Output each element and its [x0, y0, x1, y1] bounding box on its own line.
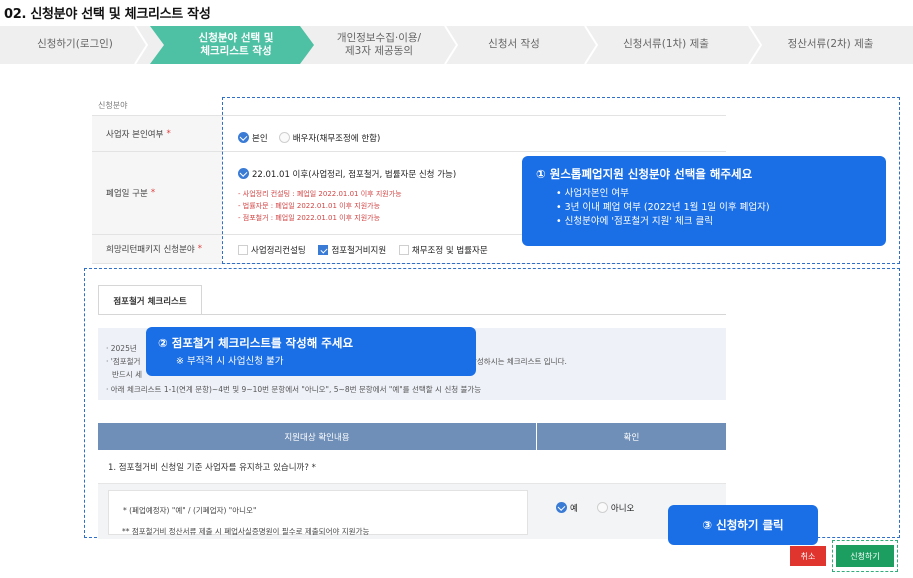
step-progress-bar: 신청하기(로그인) 신청분야 선택 및 체크리스트 작성 개인정보수집·이용/ … [0, 26, 913, 64]
table-header-confirm: 확인 [536, 423, 726, 450]
tooltip-1-bullet: • 3년 이내 폐업 여부 (2022년 1월 1일 이후 폐업자) [556, 202, 770, 213]
table-header-content: 지원대상 확인내용 [98, 423, 536, 450]
question-1-no-radio[interactable]: 아니오 [596, 502, 635, 514]
checklist-question-1-detail: * (폐업예정자) "예" / (기폐업자) "아니오" ** 점포철거비 정산… [98, 484, 726, 539]
tab-demolition-checklist[interactable]: 점포철거 체크리스트 [98, 285, 202, 315]
tooltip-1-bullets: • 사업자본인 여부 • 3년 이내 폐업 여부 (2022년 1월 1일 이후… [536, 187, 872, 229]
tab-divider [98, 314, 726, 315]
yes-label: 예 [570, 503, 578, 514]
apply-button[interactable]: 신청하기 [836, 545, 894, 567]
page-title: 02. 신청분야 선택 및 체크리스트 작성 [4, 7, 211, 22]
closure-label-text: 폐업일 구분 [106, 189, 148, 199]
required-mark: * [197, 244, 202, 254]
tooltip-1-bullet: • 사업자본인 여부 [556, 188, 629, 199]
question-1-note: ** 점포철거비 정산서류 제출 시 폐업사실증명원이 필수로 제출되어야 지원… [122, 527, 370, 536]
tooltip-1-bullet-text: 신청분야에 '점포철거 지원' 체크 클릭 [564, 216, 714, 227]
tooltip-3-title: ③ 신청하기 클릭 [702, 518, 784, 532]
step-login-label: 신청하기(로그인) [37, 38, 113, 51]
package-label-text: 희망리턴패키지 신청분야 [106, 245, 195, 255]
owner-label-text: 사업자 본인여부 [106, 129, 164, 140]
question-1-note: * (폐업예정자) "예" / (기폐업자) "아니오" [123, 506, 257, 515]
guide-tooltip-3: ③ 신청하기 클릭 [668, 505, 818, 545]
step-documents-1[interactable]: 신청서류(1차) 제출 [584, 26, 748, 64]
radio-unchecked-icon [596, 502, 608, 513]
tooltip-1-title: ① 원스톱폐업지원 신청분야 선택을 해주세요 [536, 167, 753, 181]
package-row-label: 희망리턴패키지 신청분야 * [92, 235, 222, 263]
owner-row-label: 사업자 본인여부 * [92, 116, 222, 151]
guide-tooltip-2: ② 점포철거 체크리스트를 작성해 주세요 ※ 부적격 시 사업신청 불가 [146, 327, 476, 376]
question-1-yes-radio[interactable]: 예 [556, 502, 578, 514]
info-line: · 아래 체크리스트 1-1(연계 문항)~4번 및 9~10번 문항에서 "아… [106, 385, 482, 394]
chevron-right-icon [584, 26, 598, 64]
question-1-options: 예 아니오 [556, 498, 640, 517]
step-application-form-label: 신청서 작성 [488, 38, 540, 51]
step-privacy-consent-label: 개인정보수집·이용/ 제3자 제공동의 [336, 31, 422, 57]
tooltip-2-title: ② 점포철거 체크리스트를 작성해 주세요 [158, 336, 354, 350]
info-line: 작성하시는 체크리스트 입니다. [470, 357, 567, 366]
cancel-button[interactable]: 취소 [790, 546, 826, 566]
info-line: · 2025년 [106, 344, 137, 353]
no-label: 아니오 [610, 503, 635, 514]
info-line: · '점포철거 [106, 357, 141, 366]
radio-checked-icon [556, 502, 567, 513]
step-documents-2-label: 정산서류(2차) 제출 [787, 38, 874, 51]
step-documents-2[interactable]: 정산서류(2차) 제출 [748, 26, 913, 64]
tooltip-1-bullet-text: 사업자본인 여부 [564, 188, 629, 199]
info-line: 반드시 세 [112, 370, 142, 379]
step-select-field[interactable]: 신청분야 선택 및 체크리스트 작성 [150, 26, 314, 64]
required-mark: * [166, 128, 171, 139]
tooltip-2-subtitle: ※ 부적격 시 사업신청 불가 [176, 356, 284, 367]
tooltip-1-bullet: • 신청분야에 '점포철거 지원' 체크 클릭 [556, 216, 714, 227]
form-section-label: 신청분야 [98, 101, 128, 110]
step-login[interactable]: 신청하기(로그인) [0, 26, 150, 64]
step-documents-1-label: 신청서류(1차) 제출 [623, 38, 709, 51]
step-select-field-label: 신청분야 선택 및 체크리스트 작성 [198, 31, 274, 57]
guide-tooltip-1: ① 원스톱폐업지원 신청분야 선택을 해주세요 • 사업자본인 여부 • 3년 … [522, 156, 886, 246]
checklist-question-1: 1. 점포철거비 신청일 기준 사업자를 유지하고 있습니까? * [98, 450, 726, 484]
step-privacy-consent[interactable]: 개인정보수집·이용/ 제3자 제공동의 [314, 26, 444, 64]
step-application-form[interactable]: 신청서 작성 [444, 26, 584, 64]
closure-row-label: 폐업일 구분 * [92, 152, 222, 234]
tooltip-1-bullet-text: 3년 이내 폐업 여부 (2022년 1월 1일 이후 폐업자) [564, 202, 770, 213]
chevron-right-icon [444, 26, 458, 64]
chevron-right-icon [134, 26, 148, 64]
chevron-right-icon [748, 26, 762, 64]
required-mark: * [150, 188, 156, 198]
